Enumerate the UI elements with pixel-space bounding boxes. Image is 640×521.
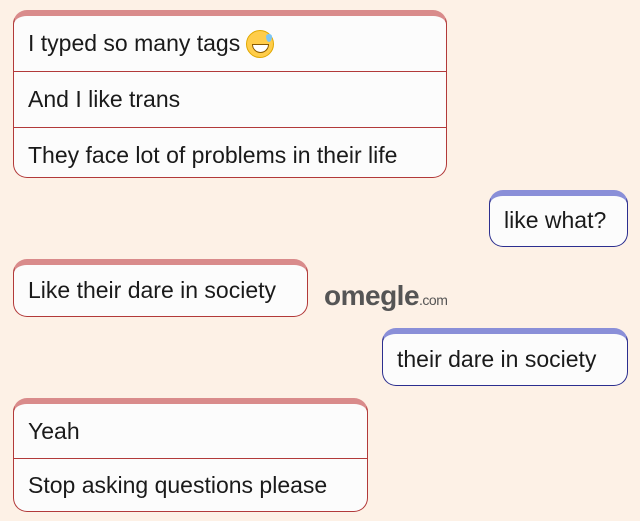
message-row: their dare in society bbox=[383, 334, 627, 384]
message-row: And I like trans bbox=[14, 71, 446, 127]
message-text: Like their dare in society bbox=[28, 276, 277, 303]
you-message: like what? bbox=[489, 190, 628, 247]
omegle-logo: omegle.com bbox=[324, 280, 448, 311]
you-message: their dare in society bbox=[382, 328, 628, 386]
message-row: Like their dare in society bbox=[14, 265, 307, 315]
message-text: Yeah bbox=[28, 417, 80, 444]
stranger-message-group: I typed so many tags And I like trans Th… bbox=[13, 10, 447, 178]
message-text: like what? bbox=[504, 207, 607, 233]
grinning-sweat-emoji-icon bbox=[246, 29, 275, 58]
message-text: And I like trans bbox=[28, 86, 181, 112]
message-text: their dare in society bbox=[397, 345, 597, 372]
message-row: Stop asking questions please bbox=[14, 458, 367, 511]
message-row: like what? bbox=[490, 196, 627, 245]
message-text: I typed so many tags bbox=[28, 30, 241, 56]
message-text: Stop asking questions please bbox=[28, 472, 328, 498]
message-row: They face lot of problems in their life bbox=[14, 127, 446, 177]
message-row: I typed so many tags bbox=[14, 16, 446, 71]
message-text: They face lot of problems in their life bbox=[28, 141, 398, 168]
stranger-message-group: Yeah Stop asking questions please bbox=[13, 398, 368, 512]
stranger-message: Like their dare in society bbox=[13, 259, 308, 317]
message-row: Yeah bbox=[14, 404, 367, 458]
